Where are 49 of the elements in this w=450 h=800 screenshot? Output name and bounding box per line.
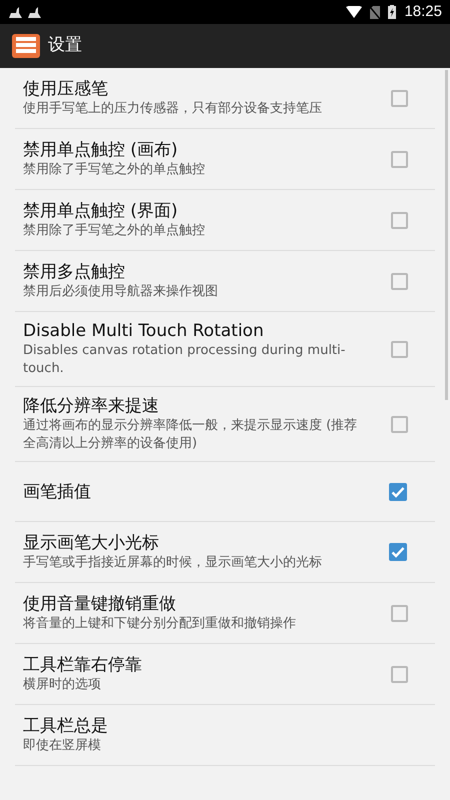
setting-row[interactable]: 降低分辨率来提速 通过将画布的显示分辨率降低一般，来提示显示速度 (推荐全高清以上分辨率的设备使用) <box>15 387 435 462</box>
setting-row[interactable]: 工具栏靠右停靠 横屏时的选项 <box>15 644 435 705</box>
setting-row[interactable]: 禁用单点触控 (画布) 禁用除了手写笔之外的单点触控 <box>15 129 435 190</box>
checkbox[interactable] <box>391 604 408 622</box>
checkbox[interactable] <box>391 90 408 106</box>
setting-row[interactable]: 显示画笔大小光标 手写笔或手指接近屏幕的时候，显示画笔大小的光标 <box>15 522 435 583</box>
no-sim-icon <box>370 6 380 18</box>
setting-title: 禁用单点触控 (界面) <box>23 200 179 222</box>
setting-summary: 禁用除了手写笔之外的单点触控 <box>23 222 206 240</box>
setting-row[interactable]: Disable Multi Touch Rotation Disables canvas rotation processing during multi-touch. <box>15 312 435 387</box>
setting-title: 工具栏靠右停靠 <box>23 654 143 676</box>
setting-summary: Disables canvas rotation processing during multi-touch. <box>23 342 346 378</box>
battery-icon <box>388 5 396 19</box>
setting-title: 降低分辨率来提速 <box>23 395 160 417</box>
setting-summary: 手写笔或手指接近屏幕的时候，显示画笔大小的光标 <box>23 554 323 572</box>
checkbox[interactable] <box>391 666 408 682</box>
clock: 18:25 <box>404 2 442 22</box>
setting-title: 使用压感笔 <box>23 78 109 100</box>
setting-title: 显示画笔大小光标 <box>23 532 160 554</box>
app-title: 设置 <box>48 34 82 58</box>
checkbox[interactable] <box>391 272 408 290</box>
setting-summary: 使用手写笔上的压力传感器，只有部分设备支持笔压 <box>23 100 323 118</box>
setting-summary: 禁用除了手写笔之外的单点触控 <box>23 161 206 179</box>
checkbox[interactable] <box>391 150 408 168</box>
checkbox[interactable] <box>391 416 408 432</box>
setting-summary: 即使在竖屏模 <box>23 737 102 755</box>
setting-row[interactable]: 禁用多点触控 禁用后必须使用导航器来操作视图 <box>15 251 435 312</box>
setting-row[interactable]: 使用音量键撤销重做 将音量的上键和下键分别分配到重做和撤销操作 <box>15 583 435 644</box>
checkbox[interactable] <box>388 542 408 562</box>
setting-row[interactable]: 画笔插值 <box>15 462 435 522</box>
setting-title: 画笔插值 <box>23 480 92 502</box>
setting-row[interactable]: 工具栏总是 即使在竖屏模 <box>15 705 435 766</box>
setting-row[interactable]: 禁用单点触控 (界面) 禁用除了手写笔之外的单点触控 <box>15 190 435 251</box>
app-logo-icon[interactable] <box>12 34 40 58</box>
notification-icon <box>8 5 44 19</box>
setting-summary: 禁用后必须使用导航器来操作视图 <box>23 283 219 301</box>
setting-row[interactable]: 使用压感笔 使用手写笔上的压力传感器，只有部分设备支持笔压 <box>15 68 435 129</box>
wifi-icon <box>346 6 362 18</box>
setting-summary: 将音量的上键和下键分别分配到重做和撤销操作 <box>23 615 297 633</box>
checkbox[interactable] <box>391 212 408 228</box>
setting-title: 禁用多点触控 <box>23 261 126 283</box>
setting-title: Disable Multi Touch Rotation <box>23 320 265 342</box>
setting-summary: 通过将画布的显示分辨率降低一般，来提示显示速度 (推荐全高清以上分辨率的设备使用) <box>23 417 358 453</box>
checkbox[interactable] <box>391 340 408 358</box>
setting-summary: 横屏时的选项 <box>23 676 102 694</box>
setting-title: 禁用单点触控 (画布) <box>23 139 179 161</box>
setting-title: 使用音量键撤销重做 <box>23 593 177 615</box>
checkbox[interactable] <box>388 482 408 502</box>
setting-title: 工具栏总是 <box>23 715 109 737</box>
